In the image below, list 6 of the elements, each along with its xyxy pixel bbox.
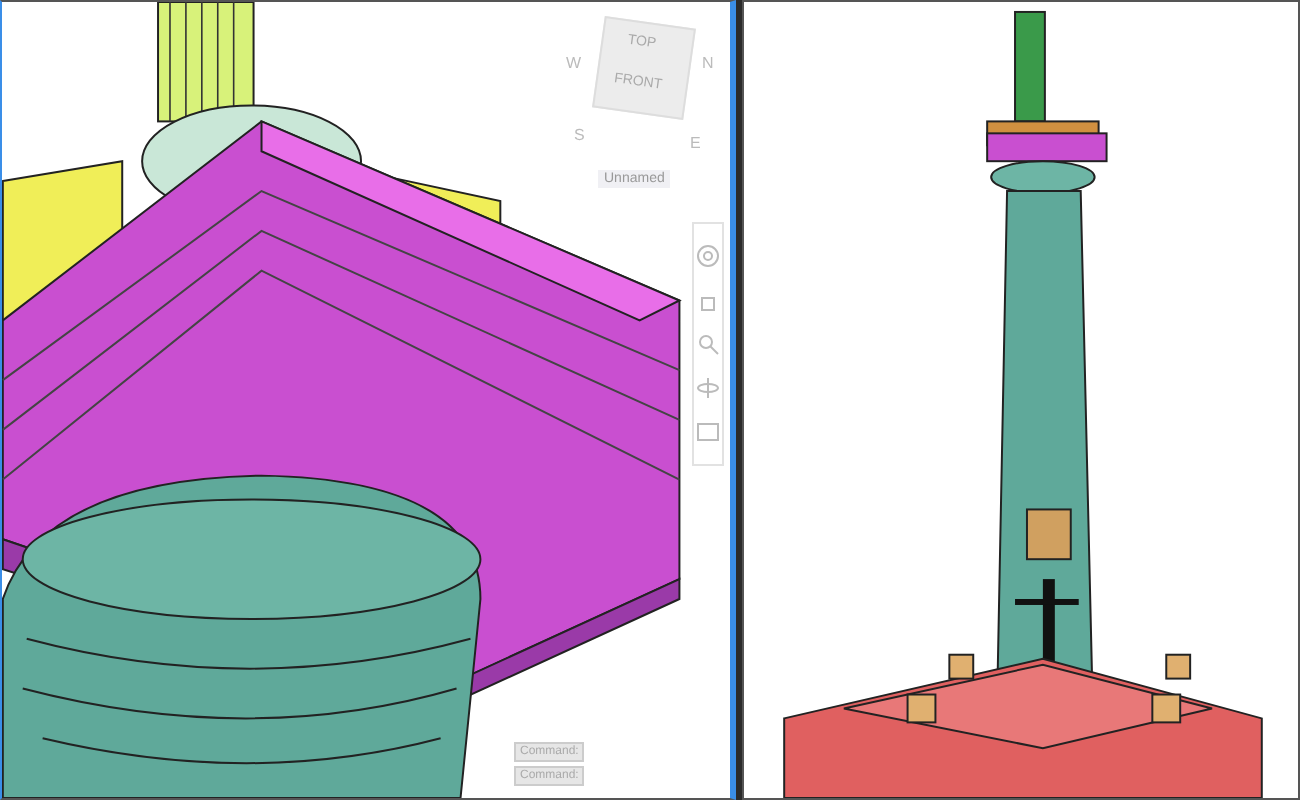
compass-direction[interactable]: E [690,134,701,152]
compass-direction[interactable]: S [574,126,585,144]
compass-direction[interactable]: W [566,54,582,72]
zoom-icon[interactable] [696,332,720,356]
compass-direction[interactable]: N [702,54,714,72]
orbit-icon[interactable] [696,376,720,400]
